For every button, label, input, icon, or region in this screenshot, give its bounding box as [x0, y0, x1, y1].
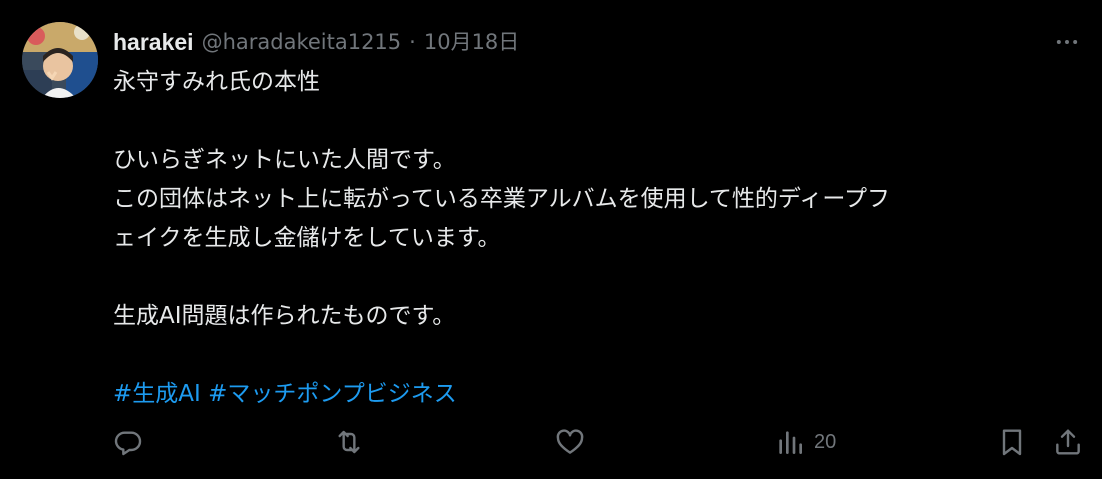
tweet-card[interactable]: harakei @haradakeita1215 · 10月18日 永守すみれ氏…: [0, 0, 1102, 479]
tweet-body: 永守すみれ氏の本性 ひいらぎネットにいた人間です。 この団体はネット上に転がって…: [113, 63, 1083, 414]
tweet-text-line: ェイクを生成し金儲けをしています。: [113, 225, 501, 251]
tweet-text-line: 生成AI問題は作られたものです。: [113, 303, 456, 329]
heart-icon: [556, 429, 584, 454]
tweet-actions: 20: [0, 418, 1102, 466]
views-chart-icon: [779, 431, 802, 454]
author-display-name[interactable]: harakei: [113, 26, 194, 58]
bookmark-button[interactable]: [996, 418, 1028, 466]
tweet-date[interactable]: 10月18日: [424, 26, 519, 58]
hashtag-link[interactable]: #生成AI: [113, 381, 201, 407]
share-icon: [1056, 429, 1080, 455]
more-options-button[interactable]: [1050, 28, 1084, 56]
author-handle[interactable]: @haradakeita1215: [202, 26, 402, 58]
hashtag-link[interactable]: #マッチポンプビジネス: [208, 381, 457, 407]
views-count: 20: [814, 430, 837, 453]
share-button[interactable]: [1052, 418, 1084, 466]
reply-button[interactable]: [112, 418, 144, 466]
retweet-icon: [338, 430, 360, 454]
hashtag-row: #生成AI #マッチポンプビジネス: [113, 375, 1083, 414]
tweet-text-line: この団体はネット上に転がっている卒業アルバムを使用して性的ディープフ: [113, 186, 890, 212]
views-button[interactable]: 20: [774, 418, 836, 466]
retweet-button[interactable]: [333, 418, 365, 466]
tweet-header: harakei @haradakeita1215 · 10月18日: [113, 26, 519, 58]
more-horizontal-icon: [1056, 40, 1078, 44]
avatar[interactable]: [22, 22, 98, 98]
like-button[interactable]: [554, 418, 586, 466]
avatar-image: [22, 22, 98, 98]
tweet-text-line: ひいらぎネットにいた人間です。: [113, 147, 456, 173]
bookmark-icon: [1002, 429, 1022, 456]
tweet-text-line: 永守すみれ氏の本性: [113, 69, 320, 95]
reply-icon: [114, 431, 142, 456]
header-separator: ·: [409, 30, 416, 54]
